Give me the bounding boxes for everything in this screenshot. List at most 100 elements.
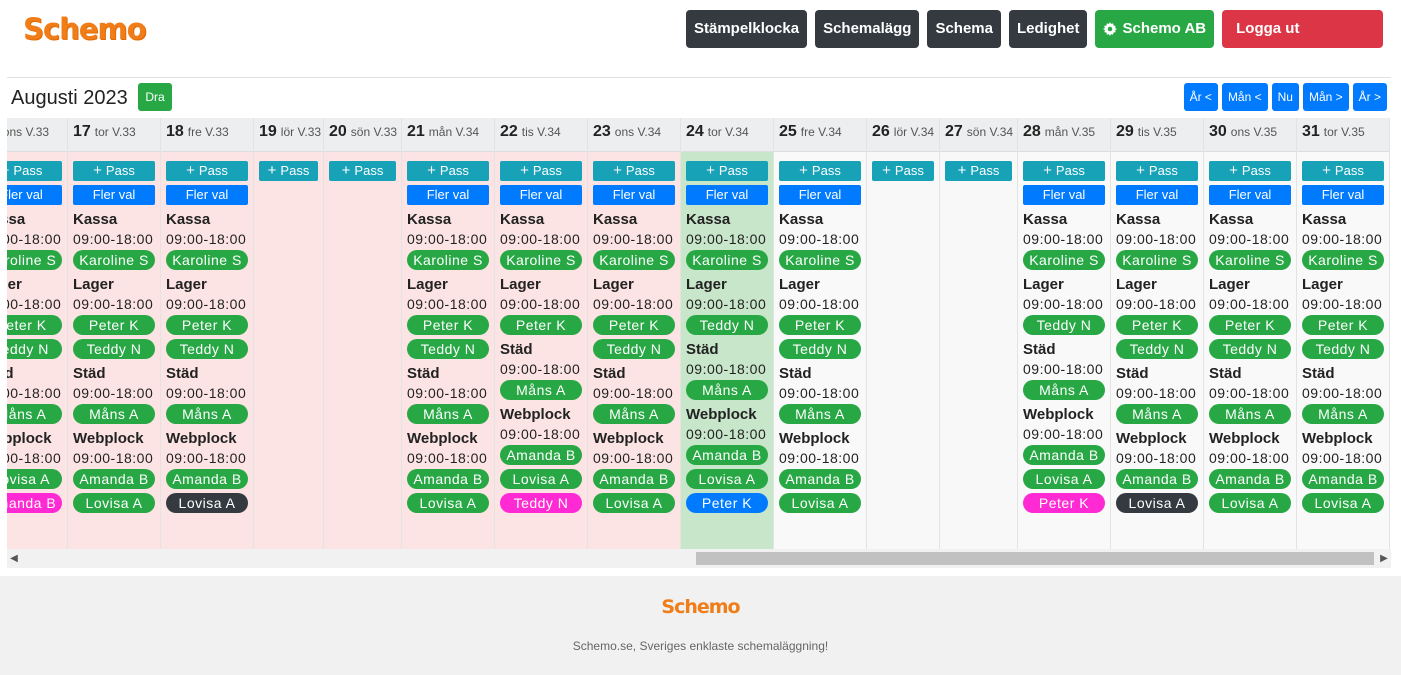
employee-pill[interactable]: Måns A: [1209, 404, 1291, 424]
add-shift-button[interactable]: +Pass: [166, 161, 248, 181]
nav-schema-button[interactable]: Schema: [927, 10, 1001, 48]
employee-pill[interactable]: Amanda B: [1023, 445, 1105, 465]
employee-pill[interactable]: Lovisa A: [1023, 469, 1105, 489]
employee-pill[interactable]: Teddy N: [1116, 339, 1198, 359]
add-shift-button[interactable]: +Pass: [500, 161, 582, 181]
employee-pill[interactable]: Teddy N: [1302, 339, 1384, 359]
add-shift-button[interactable]: +Pass: [1209, 161, 1291, 181]
employee-pill[interactable]: Amanda B: [73, 469, 155, 489]
more-options-button[interactable]: Fler val: [407, 185, 489, 205]
employee-pill[interactable]: Måns A: [500, 380, 582, 400]
employee-pill[interactable]: Peter K: [73, 315, 155, 335]
horizontal-scrollbar[interactable]: ◀ ▶: [7, 549, 1391, 568]
employee-pill[interactable]: Amanda B: [7, 493, 62, 513]
add-shift-button[interactable]: +Pass: [593, 161, 675, 181]
employee-pill[interactable]: Måns A: [779, 404, 861, 424]
employee-pill[interactable]: Karoline S: [1209, 250, 1291, 270]
more-options-button[interactable]: Fler val: [7, 185, 62, 205]
employee-pill[interactable]: Amanda B: [500, 445, 582, 465]
nav-schemalagg-button[interactable]: Schemalägg: [815, 10, 920, 48]
scrollbar-thumb[interactable]: [696, 552, 1374, 565]
scroll-left-arrow-icon[interactable]: ◀: [7, 549, 21, 568]
logout-button[interactable]: Logga ut: [1222, 10, 1384, 48]
add-shift-button[interactable]: +Pass: [1116, 161, 1198, 181]
employee-pill[interactable]: Peter K: [1209, 315, 1291, 335]
employee-pill[interactable]: Karoline S: [1023, 250, 1105, 270]
employee-pill[interactable]: Måns A: [1116, 404, 1198, 424]
employee-pill[interactable]: Teddy N: [407, 339, 489, 359]
scroll-right-arrow-icon[interactable]: ▶: [1377, 549, 1391, 568]
employee-pill[interactable]: Karoline S: [686, 250, 768, 270]
employee-pill[interactable]: Teddy N: [166, 339, 248, 359]
next-month-button[interactable]: Mån >: [1302, 83, 1349, 111]
employee-pill[interactable]: Lovisa A: [779, 493, 861, 513]
employee-pill[interactable]: Peter K: [1116, 315, 1198, 335]
employee-pill[interactable]: Peter K: [500, 315, 582, 335]
more-options-button[interactable]: Fler val: [1209, 185, 1291, 205]
employee-pill[interactable]: Karoline S: [166, 250, 248, 270]
employee-pill[interactable]: Lovisa A: [1116, 493, 1198, 513]
more-options-button[interactable]: Fler val: [593, 185, 675, 205]
add-shift-button[interactable]: +Pass: [407, 161, 489, 181]
drag-toggle-button[interactable]: Dra: [138, 83, 172, 111]
employee-pill[interactable]: Peter K: [779, 315, 861, 335]
more-options-button[interactable]: Fler val: [1116, 185, 1198, 205]
next-year-button[interactable]: År >: [1352, 83, 1387, 111]
employee-pill[interactable]: Teddy N: [1023, 315, 1105, 335]
employee-pill[interactable]: Måns A: [73, 404, 155, 424]
more-options-button[interactable]: Fler val: [166, 185, 248, 205]
employee-pill[interactable]: Teddy N: [73, 339, 155, 359]
add-shift-button[interactable]: +Pass: [872, 161, 934, 181]
employee-pill[interactable]: Lovisa A: [73, 493, 155, 513]
app-logo[interactable]: Schemo: [23, 12, 147, 46]
employee-pill[interactable]: Karoline S: [1302, 250, 1384, 270]
employee-pill[interactable]: Karoline S: [779, 250, 861, 270]
employee-pill[interactable]: Måns A: [7, 404, 62, 424]
more-options-button[interactable]: Fler val: [500, 185, 582, 205]
employee-pill[interactable]: Peter K: [407, 315, 489, 335]
nav-company-button[interactable]: Schemo AB: [1095, 10, 1215, 48]
more-options-button[interactable]: Fler val: [73, 185, 155, 205]
employee-pill[interactable]: Peter K: [1302, 315, 1384, 335]
employee-pill[interactable]: Lovisa A: [407, 493, 489, 513]
employee-pill[interactable]: Karoline S: [1116, 250, 1198, 270]
employee-pill[interactable]: Teddy N: [779, 339, 861, 359]
employee-pill[interactable]: Amanda B: [686, 445, 768, 465]
employee-pill[interactable]: Lovisa A: [166, 493, 248, 513]
employee-pill[interactable]: Teddy N: [593, 339, 675, 359]
employee-pill[interactable]: Peter K: [166, 315, 248, 335]
employee-pill[interactable]: Lovisa A: [593, 493, 675, 513]
employee-pill[interactable]: Måns A: [686, 380, 768, 400]
employee-pill[interactable]: Teddy N: [7, 339, 62, 359]
employee-pill[interactable]: Peter K: [1023, 493, 1105, 513]
prev-month-button[interactable]: Mån <: [1221, 83, 1268, 111]
employee-pill[interactable]: Amanda B: [1116, 469, 1198, 489]
add-shift-button[interactable]: +Pass: [329, 161, 396, 181]
more-options-button[interactable]: Fler val: [686, 185, 768, 205]
employee-pill[interactable]: Peter K: [7, 315, 62, 335]
employee-pill[interactable]: Måns A: [407, 404, 489, 424]
nav-ledighet-button[interactable]: Ledighet: [1008, 10, 1088, 48]
employee-pill[interactable]: Amanda B: [779, 469, 861, 489]
employee-pill[interactable]: Amanda B: [593, 469, 675, 489]
add-shift-button[interactable]: +Pass: [1023, 161, 1105, 181]
employee-pill[interactable]: Peter K: [686, 493, 768, 513]
employee-pill[interactable]: Amanda B: [166, 469, 248, 489]
employee-pill[interactable]: Teddy N: [500, 493, 582, 513]
nav-stampelklocka-button[interactable]: Stämpelklocka: [686, 10, 808, 48]
employee-pill[interactable]: Måns A: [1023, 380, 1105, 400]
employee-pill[interactable]: Teddy N: [686, 315, 768, 335]
add-shift-button[interactable]: +Pass: [73, 161, 155, 181]
employee-pill[interactable]: Lovisa A: [686, 469, 768, 489]
add-shift-button[interactable]: +Pass: [686, 161, 768, 181]
add-shift-button[interactable]: +Pass: [1302, 161, 1384, 181]
employee-pill[interactable]: Lovisa A: [7, 469, 62, 489]
employee-pill[interactable]: Amanda B: [407, 469, 489, 489]
employee-pill[interactable]: Karoline S: [407, 250, 489, 270]
employee-pill[interactable]: Lovisa A: [1302, 493, 1384, 513]
more-options-button[interactable]: Fler val: [1302, 185, 1384, 205]
employee-pill[interactable]: Karoline S: [593, 250, 675, 270]
today-button[interactable]: Nu: [1271, 83, 1299, 111]
employee-pill[interactable]: Karoline S: [500, 250, 582, 270]
employee-pill[interactable]: Måns A: [1302, 404, 1384, 424]
